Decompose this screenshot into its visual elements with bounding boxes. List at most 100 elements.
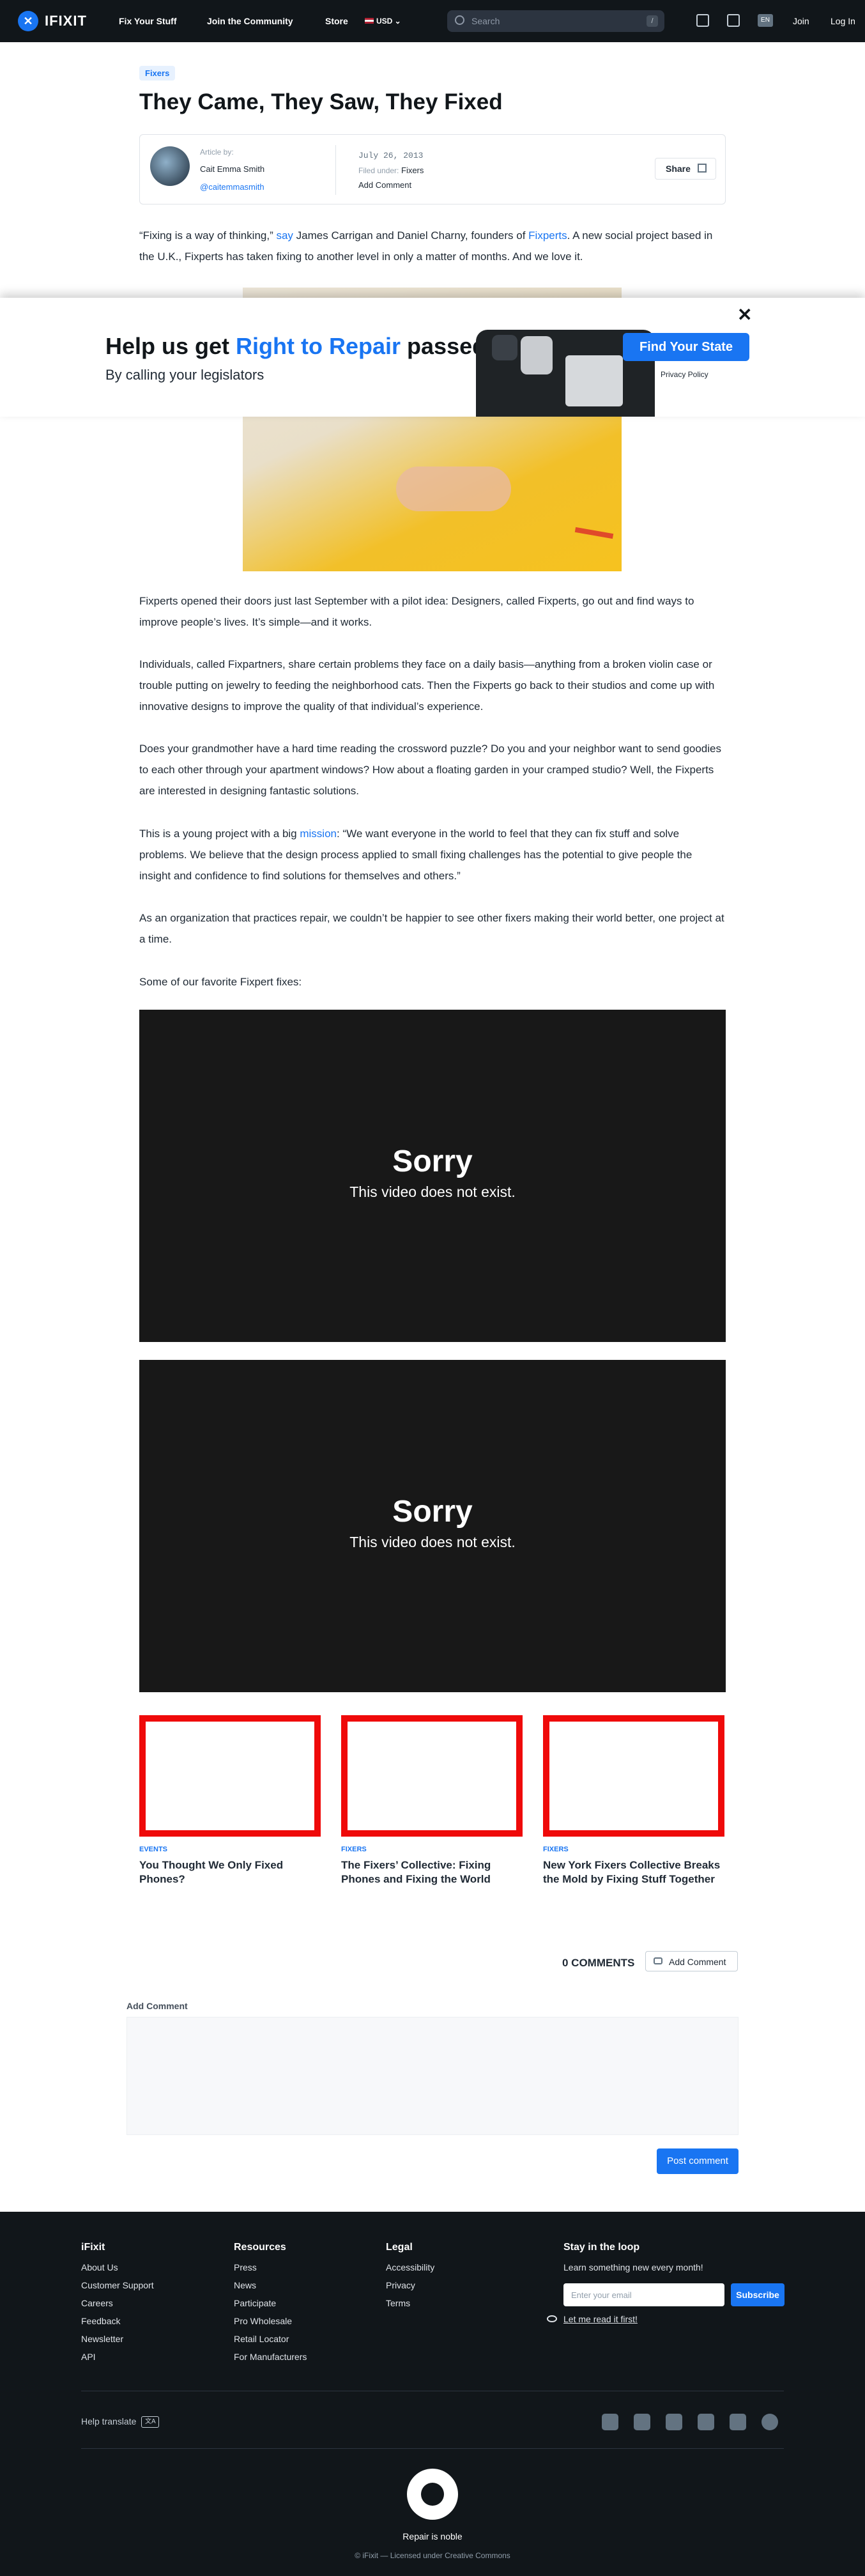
find-your-state-button[interactable]: Find Your State	[623, 333, 749, 361]
footer-link[interactable]: Pro Wholesale	[234, 2316, 307, 2334]
paragraph-3: Does your grandmother have a hard time r…	[139, 743, 721, 797]
related-title: You Thought We Only Fixed Phones?	[139, 1859, 284, 1885]
fist-icon	[421, 2483, 444, 2506]
language-selector[interactable]: EN	[758, 14, 773, 27]
related-title: The Fixers’ Collective: Fixing Phones an…	[341, 1859, 491, 1885]
category-tag[interactable]: Fixers	[139, 66, 176, 81]
instagram-icon[interactable]	[698, 2414, 714, 2430]
footer-link[interactable]: Careers	[81, 2298, 154, 2316]
paragraph-2: Individuals, called Fixpartners, share c…	[139, 658, 715, 713]
footer-license[interactable]: © iFixit — Licensed under Creative Commo…	[0, 2551, 865, 2560]
comment-bubble-icon	[654, 1957, 662, 1964]
eye-icon	[547, 2315, 557, 2322]
toolbox-icon[interactable]	[696, 14, 709, 27]
footer-newsletter: Stay in the loop Learn something new eve…	[563, 2242, 703, 2280]
filed-under-value[interactable]: Fixers	[401, 166, 424, 175]
mission-link[interactable]: mission	[300, 828, 337, 840]
newsletter-email-input[interactable]: Enter your email	[563, 2283, 724, 2306]
comment-textarea[interactable]	[126, 2017, 739, 2135]
currency-selector[interactable]: USD ⌄	[365, 17, 401, 26]
p4-text-1: This is a young project with a big	[139, 828, 300, 840]
login-link[interactable]: Log In	[831, 16, 855, 26]
read-first-link[interactable]: Let me read it first!	[547, 2314, 638, 2324]
intro-text-1: “Fixing is a way of thinking,”	[139, 229, 277, 242]
search-shortcut-key: /	[647, 15, 658, 27]
related-article-card[interactable]: EVENTS You Thought We Only Fixed Phones?	[139, 1715, 321, 1886]
privacy-policy-link[interactable]: Privacy Policy	[661, 370, 708, 379]
banner-title-part-b: passed	[401, 333, 487, 359]
author-handle[interactable]: @caitemmasmith	[200, 182, 264, 192]
related-article-card[interactable]: FIXERS New York Fixers Collective Breaks…	[543, 1715, 724, 1886]
footer-link[interactable]: Terms	[386, 2298, 434, 2316]
close-icon[interactable]: ✕	[737, 304, 752, 325]
byline-divider	[335, 145, 336, 195]
comment-form-label: Add Comment	[126, 2001, 188, 2011]
nav-join-community[interactable]: Join the Community	[207, 16, 293, 26]
footer-link[interactable]: Newsletter	[81, 2334, 154, 2352]
cart-icon[interactable]	[727, 14, 740, 27]
video-error-message: This video does not exist.	[349, 1534, 516, 1550]
footer-slogan: Repair is noble	[402, 2531, 463, 2541]
ifixit-logo[interactable]: ✕ IFIXIT	[18, 11, 87, 31]
article-date: July 26, 2013	[358, 151, 424, 160]
fixperts-link[interactable]: Fixperts	[528, 229, 567, 242]
related-thumbnail	[341, 1715, 523, 1837]
join-link[interactable]: Join	[793, 16, 809, 26]
share-button[interactable]: Share	[655, 158, 716, 180]
video-embed[interactable]: Sorry This video does not exist.	[139, 1360, 726, 1692]
paragraph-4: This is a young project with a big missi…	[139, 823, 726, 886]
comment-count: 0 COMMENTS	[562, 1957, 635, 1969]
footer-link[interactable]: About Us	[81, 2262, 154, 2280]
footer-link[interactable]: News	[234, 2280, 307, 2298]
related-category: EVENTS	[139, 1846, 168, 1853]
related-article-card[interactable]: FIXERS The Fixers’ Collective: Fixing Ph…	[341, 1715, 523, 1886]
footer-divider	[81, 2448, 784, 2449]
related-title: New York Fixers Collective Breaks the Mo…	[543, 1859, 721, 1885]
tiktok-icon[interactable]	[602, 2414, 618, 2430]
footer-link[interactable]: Participate	[234, 2298, 307, 2316]
youtube-icon[interactable]	[730, 2414, 746, 2430]
share-label: Share	[666, 164, 691, 174]
read-first-label: Let me read it first!	[563, 2314, 638, 2324]
hand-shape	[396, 467, 511, 511]
footer-heading: Legal	[386, 2242, 413, 2253]
community-icon[interactable]	[762, 2414, 778, 2430]
footer-link[interactable]: Accessibility	[386, 2262, 434, 2280]
video-embed[interactable]: Sorry This video does not exist.	[139, 1010, 726, 1342]
post-comment-button[interactable]: Post comment	[657, 2148, 739, 2174]
right-to-repair-banner: Help us get Right to Repair passed By ca…	[0, 298, 865, 417]
chevron-down-icon: ⌄	[392, 17, 401, 26]
nav-store[interactable]: Store	[325, 16, 348, 26]
say-link[interactable]: say	[276, 229, 293, 242]
footer-link[interactable]: Feedback	[81, 2316, 154, 2334]
paragraph-5: As an organization that practices repair…	[139, 912, 724, 945]
search-input[interactable]: Search /	[447, 10, 664, 32]
twitter-icon[interactable]	[666, 2414, 682, 2430]
banner-title-highlight: Right to Repair	[236, 333, 401, 359]
footer-link[interactable]: Retail Locator	[234, 2334, 307, 2352]
help-translate-label: Help translate	[81, 2416, 137, 2426]
byline-add-comment[interactable]: Add Comment	[358, 180, 411, 190]
banner-subtitle: By calling your legislators	[105, 367, 264, 383]
banner-title-part-a: Help us get	[105, 333, 236, 359]
add-comment-button[interactable]: Add Comment	[645, 1951, 738, 1971]
footer-link[interactable]: API	[81, 2352, 154, 2370]
subscribe-button[interactable]: Subscribe	[731, 2283, 785, 2306]
help-translate-link[interactable]: Help translate 文A	[81, 2416, 160, 2428]
footer-column-ifixit: iFixit About Us Customer Support Careers…	[81, 2242, 154, 2370]
currency-label: USD	[376, 17, 393, 26]
footer-column-resources: Resources Press News Participate Pro Who…	[234, 2242, 307, 2370]
footer-link[interactable]: Privacy	[386, 2280, 434, 2298]
author-name[interactable]: Cait Emma Smith	[200, 164, 264, 174]
search-placeholder: Search	[471, 16, 500, 26]
footer-link[interactable]: Customer Support	[81, 2280, 154, 2298]
footer-heading: iFixit	[81, 2242, 105, 2253]
intro-text-2: James Carrigan and Daniel Charny, founde…	[293, 229, 529, 242]
footer-link[interactable]: For Manufacturers	[234, 2352, 307, 2370]
author-avatar[interactable]	[150, 146, 190, 186]
facebook-icon[interactable]	[634, 2414, 650, 2430]
pencil-shape	[574, 527, 614, 539]
nav-fix-your-stuff[interactable]: Fix Your Stuff	[119, 16, 176, 26]
footer-link[interactable]: Press	[234, 2262, 307, 2280]
filed-under-label: Filed under:	[358, 166, 399, 175]
